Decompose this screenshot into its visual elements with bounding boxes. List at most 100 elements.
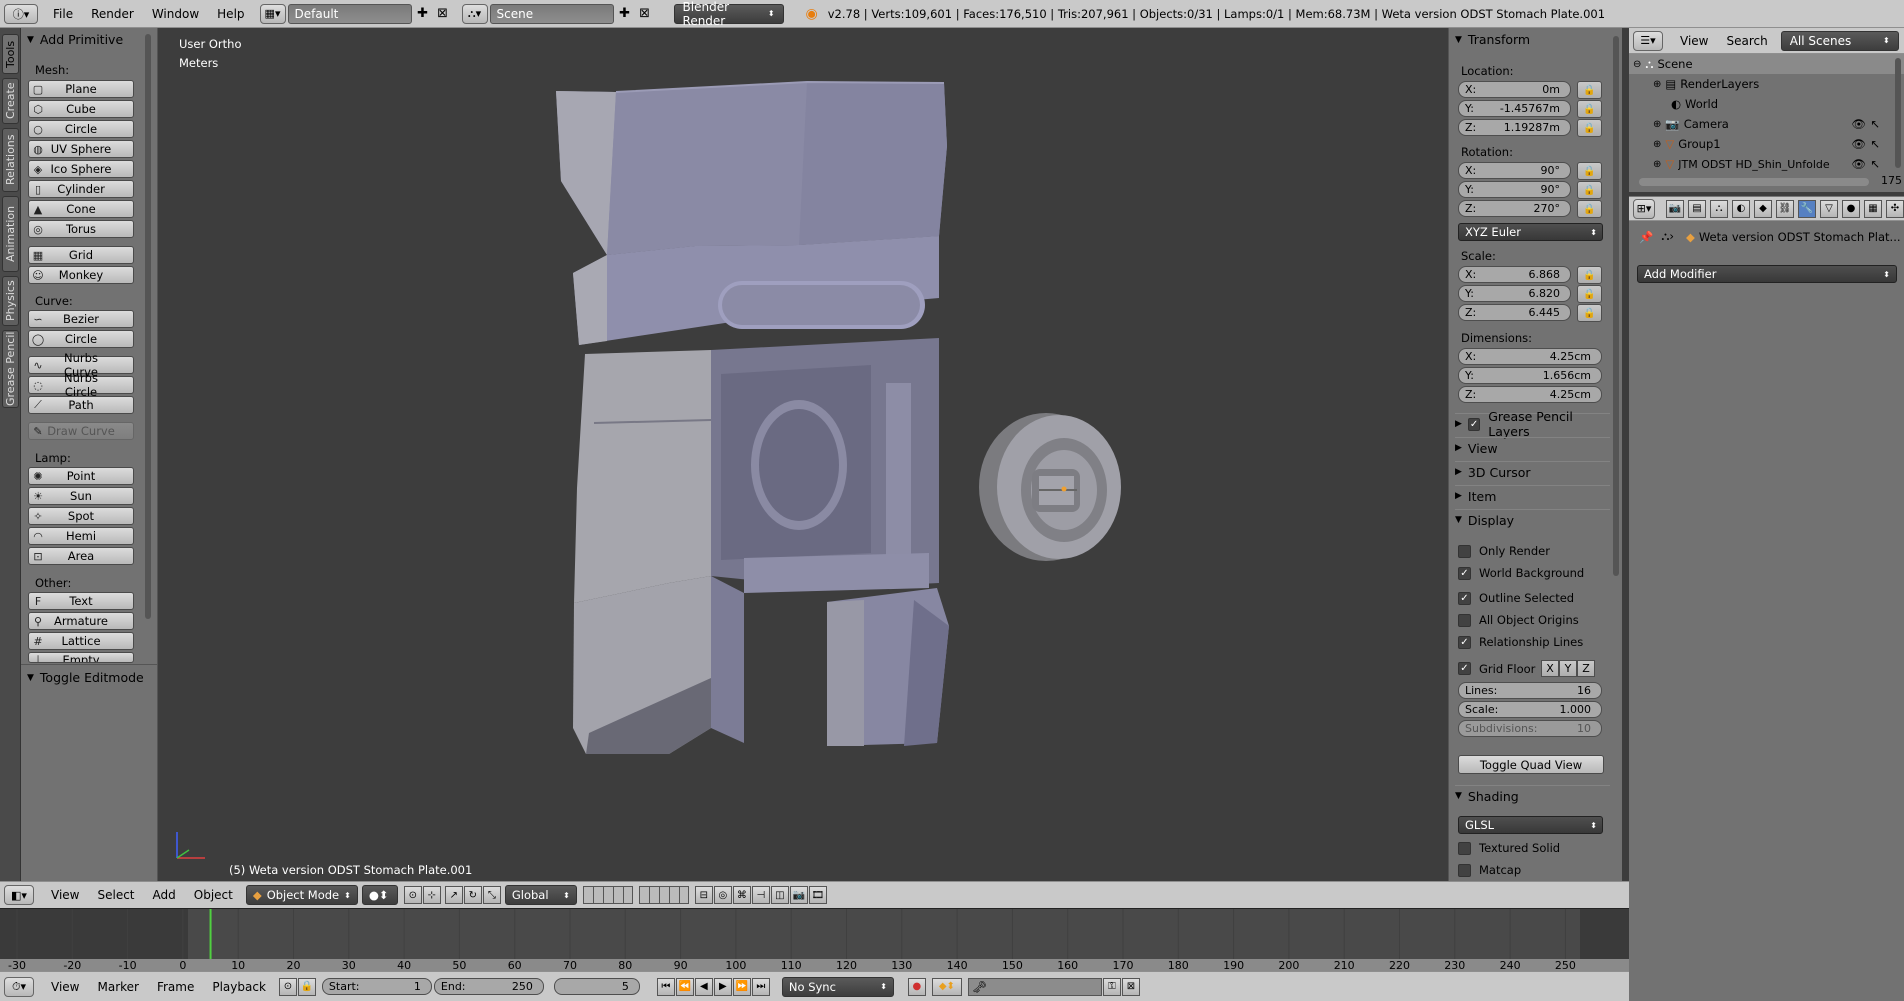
outliner-row-group1[interactable]: ⊕ ▽ Group1 👁 ↖	[1629, 134, 1904, 154]
scale-manipulator-icon[interactable]: ⤡	[482, 886, 501, 904]
outliner-editor-type-icon[interactable]: ☰▾	[1633, 30, 1663, 51]
remove-layout-icon[interactable]: ⊠	[434, 5, 452, 23]
tab-relations[interactable]: Relations	[2, 128, 19, 192]
tab-animation[interactable]: Animation	[2, 196, 19, 272]
menu-help[interactable]: Help	[208, 0, 253, 28]
scale-x-field[interactable]: X: 6.868	[1458, 266, 1571, 283]
add-cylinder-button[interactable]: ▯ Cylinder	[28, 180, 134, 198]
properties-editor-type-icon[interactable]: ⊞▾	[1633, 198, 1655, 219]
object-context-icon[interactable]: ◆	[1754, 199, 1772, 218]
scene-icon[interactable]: ⛬▾	[461, 3, 488, 24]
toggle-editmode-header[interactable]: ▼ Toggle Editmode	[27, 670, 144, 685]
add-cone-button[interactable]: ▲ Cone	[28, 200, 134, 218]
lock-icon[interactable]: 🔒	[1577, 266, 1602, 284]
add-monkey-button[interactable]: ☺ Monkey	[28, 266, 134, 284]
insert-keyframe-icon[interactable]: ⚿	[1102, 977, 1121, 996]
tab-tools[interactable]: Tools	[2, 34, 19, 74]
tab-create[interactable]: Create	[2, 78, 19, 124]
transform-header[interactable]: ▼ Transform	[1455, 32, 1530, 47]
matcap-toggle[interactable]: Matcap	[1458, 863, 1521, 877]
manipulator-toggle-icon[interactable]: ⊹	[422, 886, 441, 904]
play-icon[interactable]: ▶	[713, 977, 732, 996]
lock-icon[interactable]: 🔒	[1577, 81, 1602, 99]
next-keyframe-icon[interactable]: ⏩	[732, 977, 751, 996]
outliner-menu-view[interactable]: View	[1671, 27, 1717, 55]
outliner-row-scene[interactable]: ⊖ ⛬ Scene	[1629, 54, 1904, 74]
outliner-row-renderlayers[interactable]: ⊕ ▤ RenderLayers	[1629, 74, 1904, 94]
dimension-y-field[interactable]: Y: 1.656cm	[1458, 367, 1602, 384]
outliner-hscrollbar[interactable]	[1639, 178, 1869, 186]
add-uv-sphere-button[interactable]: ◍ UV Sphere	[28, 140, 134, 158]
scale-y-field[interactable]: Y: 6.820	[1458, 285, 1571, 302]
lock-icon[interactable]: 🔒	[1577, 304, 1602, 322]
screen-layout-icon[interactable]: ▦▾	[259, 3, 286, 24]
layer-buttons[interactable]	[582, 886, 689, 904]
shading-panel-header[interactable]: ▼ Shading	[1455, 785, 1610, 806]
tl-menu-frame[interactable]: Frame	[148, 980, 203, 994]
vp-menu-object[interactable]: Object	[185, 888, 242, 902]
layer-grid-1[interactable]	[582, 886, 633, 904]
grid-floor-toggle[interactable]: ✓ Grid Floor X Y Z	[1458, 660, 1595, 677]
outliner-menu-search[interactable]: Search	[1717, 27, 1776, 55]
vp-menu-add[interactable]: Add	[144, 888, 185, 902]
tab-grease-pencil[interactable]: Grease Pencil	[2, 330, 19, 408]
layer-grid-2[interactable]	[638, 886, 689, 904]
add-area-lamp-button[interactable]: ⊡ Area	[28, 547, 134, 565]
jump-start-icon[interactable]: ⏮	[656, 977, 675, 996]
grid-subdivisions-field[interactable]: Subdivisions: 10	[1458, 720, 1602, 737]
3d-cursor-panel-header[interactable]: ▶ 3D Cursor	[1455, 461, 1610, 482]
info-editor-type-button[interactable]: ⓘ▾	[4, 3, 38, 24]
sync-mode-dropdown[interactable]: No Sync ⬍	[781, 976, 894, 997]
checkbox[interactable]: ✓	[1458, 662, 1471, 675]
render-preview-icon[interactable]: ◫	[770, 886, 789, 904]
prev-keyframe-icon[interactable]: ⏪	[675, 977, 694, 996]
add-modifier-dropdown[interactable]: Add Modifier ⬍	[1637, 265, 1897, 283]
add-grid-button[interactable]: ▦ Grid	[28, 246, 134, 264]
scale-z-field[interactable]: Z: 6.445	[1458, 304, 1571, 321]
select-cursor-icon[interactable]: ↖	[1870, 157, 1880, 171]
delete-keyframe-icon[interactable]: ⊠	[1121, 977, 1140, 996]
toolshelf-scrollbar[interactable]	[145, 34, 151, 619]
grease-pencil-checkbox[interactable]: ✓	[1467, 417, 1481, 431]
add-circle-button[interactable]: ○ Circle	[28, 120, 134, 138]
remove-scene-icon[interactable]: ⊠	[636, 5, 654, 23]
add-empty-button[interactable]: ⊥ Empty	[28, 652, 134, 663]
rotate-manipulator-icon[interactable]: ↻	[463, 886, 482, 904]
add-bezier-button[interactable]: ∽ Bezier	[28, 310, 134, 328]
view-panel-header[interactable]: ▶ View	[1455, 437, 1610, 458]
menu-render[interactable]: Render	[82, 0, 143, 28]
material-context-icon[interactable]: ●	[1842, 199, 1860, 218]
display-panel-header[interactable]: ▼ Display	[1455, 509, 1610, 530]
visibility-eye-icon[interactable]: 👁	[1851, 117, 1866, 131]
particles-context-icon[interactable]: ✣	[1886, 199, 1904, 218]
scene-context-icon[interactable]: ⛬	[1710, 199, 1728, 218]
add-layout-icon[interactable]: ✚	[414, 5, 432, 23]
render-engine-dropdown[interactable]: Blender Render ⬍	[673, 0, 784, 28]
checkbox[interactable]: ✓	[1458, 566, 1471, 580]
grid-axis-x-toggle[interactable]: X	[1541, 660, 1559, 677]
add-ico-sphere-button[interactable]: ◈ Ico Sphere	[28, 160, 134, 178]
viewport-shading-dropdown[interactable]: ●⬍	[361, 885, 398, 905]
object-mode-dropdown[interactable]: ◆ Object Mode ⬍	[245, 885, 358, 905]
end-frame-field[interactable]: End: 250	[433, 978, 544, 995]
tl-menu-view[interactable]: View	[42, 980, 88, 994]
layout-field[interactable]: Default	[287, 3, 412, 24]
toggle-quad-view-button[interactable]: Toggle Quad View	[1458, 755, 1604, 774]
location-y-field[interactable]: Y: -1.45767m	[1458, 100, 1571, 117]
grid-scale-field[interactable]: Scale: 1.000	[1458, 701, 1602, 718]
pin-icon[interactable]: 📌	[1639, 230, 1653, 244]
record-icon[interactable]: ●	[907, 977, 926, 996]
add-primitive-header[interactable]: ▼ Add Primitive	[27, 32, 123, 47]
translate-manipulator-icon[interactable]: ↗	[444, 886, 463, 904]
lock-frame-icon[interactable]: 🔒	[297, 977, 316, 996]
render-context-icon[interactable]: 📷	[1666, 199, 1684, 218]
tab-physics[interactable]: Physics	[2, 276, 19, 326]
lock-icon[interactable]: 🔒	[1577, 100, 1602, 118]
shading-mode-dropdown[interactable]: GLSL ⬍	[1458, 816, 1603, 834]
texture-context-icon[interactable]: ▦	[1864, 199, 1882, 218]
add-lattice-button[interactable]: # Lattice	[28, 632, 134, 650]
add-armature-button[interactable]: ⚲ Armature	[28, 612, 134, 630]
rotation-x-field[interactable]: X: 90°	[1458, 162, 1571, 179]
world-background-toggle[interactable]: ✓ World Background	[1458, 566, 1584, 580]
only-render-toggle[interactable]: Only Render	[1458, 544, 1550, 558]
